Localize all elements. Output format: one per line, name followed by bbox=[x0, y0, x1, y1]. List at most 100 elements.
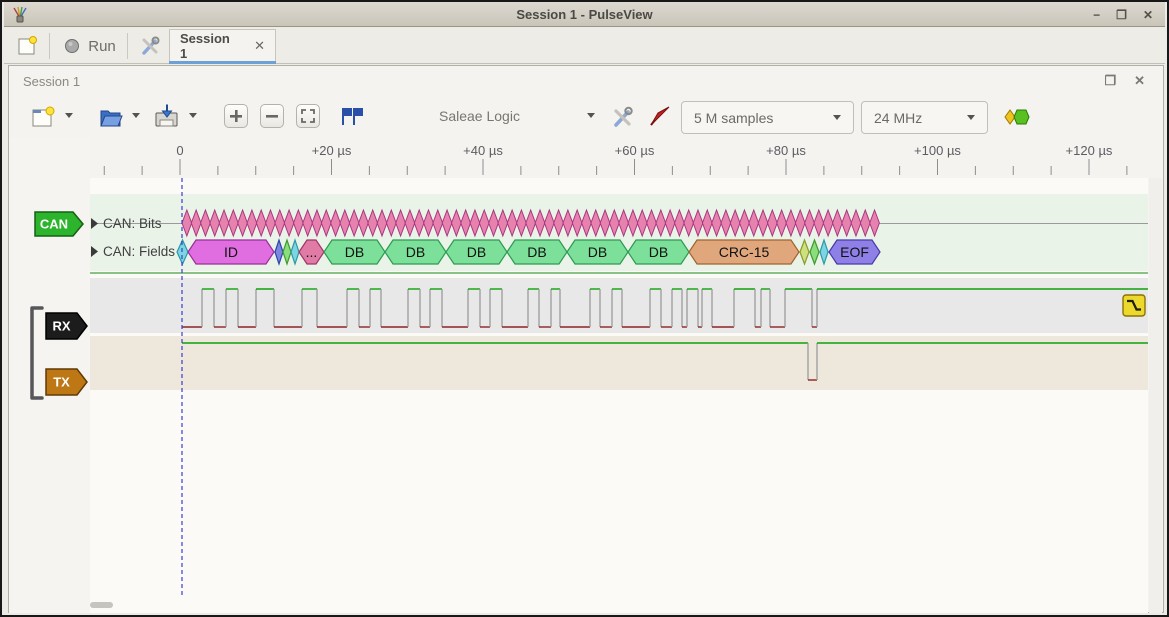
decoder-bit bbox=[795, 210, 805, 236]
decoder-bit bbox=[191, 210, 201, 236]
sample-count-select[interactable]: 5 M samples bbox=[681, 101, 854, 134]
decoder-bit bbox=[591, 210, 601, 236]
new-view-dropdown[interactable] bbox=[65, 113, 73, 118]
zoom-fit-button[interactable] bbox=[296, 104, 320, 128]
add-decoder-button[interactable] bbox=[1000, 105, 1032, 129]
cursor-flags-icon bbox=[339, 104, 367, 128]
svg-text:DB: DB bbox=[467, 244, 486, 260]
decoder-bit bbox=[256, 210, 266, 236]
decoder-bit bbox=[554, 210, 564, 236]
channel-tag-rx[interactable]: RX bbox=[46, 313, 87, 339]
decoder-bit bbox=[321, 210, 331, 236]
decoder-field-db[interactable]: DB bbox=[324, 240, 385, 264]
dock-controls: ❐ ✕ bbox=[1104, 73, 1145, 89]
minimize-button[interactable]: − bbox=[1093, 9, 1100, 21]
svg-text:RX: RX bbox=[52, 319, 70, 334]
tab-close-icon[interactable]: ✕ bbox=[254, 38, 265, 54]
open-folder-icon bbox=[97, 103, 124, 130]
chevron-down-icon bbox=[189, 113, 197, 118]
decoder-bit bbox=[609, 210, 619, 236]
decoder-field-crc15[interactable]: CRC-15 bbox=[689, 240, 799, 264]
decoder-icon bbox=[1000, 105, 1032, 129]
decoder-bit bbox=[368, 210, 378, 236]
decoder-field[interactable] bbox=[820, 240, 828, 264]
main-toolbar: Run Session 1 ✕ bbox=[4, 28, 1165, 64]
decoder-bit bbox=[805, 210, 815, 236]
channels-button[interactable] bbox=[646, 104, 672, 130]
expand-arrow-fields[interactable] bbox=[91, 246, 98, 257]
decoder-bit bbox=[201, 210, 211, 236]
dock-float-button[interactable]: ❐ bbox=[1104, 73, 1116, 89]
maximize-button[interactable]: ❐ bbox=[1116, 9, 1127, 21]
decoder-bit bbox=[414, 210, 424, 236]
trigger-marker-falling-edge[interactable] bbox=[1123, 295, 1145, 316]
timeline-ruler: 0+20 µs+40 µs+60 µs+80 µs+100 µs+120 µs bbox=[104, 143, 1127, 175]
open-dropdown[interactable] bbox=[132, 113, 140, 118]
sample-rate-select[interactable]: 24 MHz bbox=[861, 101, 988, 134]
title-bar[interactable]: Session 1 - PulseView − ❐ ✕ bbox=[4, 2, 1165, 27]
decoder-field[interactable] bbox=[291, 240, 299, 264]
decoder-bit bbox=[637, 210, 647, 236]
decoder-field-db[interactable]: DB bbox=[385, 240, 446, 264]
decoder-bit bbox=[424, 210, 434, 236]
save-dropdown[interactable] bbox=[189, 113, 197, 118]
decoder-bit bbox=[786, 210, 796, 236]
decoder-bit bbox=[219, 210, 229, 236]
decoder-bit bbox=[814, 210, 824, 236]
new-session-button[interactable] bbox=[12, 31, 42, 61]
decoder-field[interactable] bbox=[283, 240, 291, 264]
channel-group-bracket[interactable] bbox=[32, 308, 42, 398]
run-button[interactable]: Run bbox=[59, 31, 121, 61]
decoder-tag-can[interactable]: CAN bbox=[35, 212, 83, 236]
device-dropdown[interactable] bbox=[587, 113, 595, 118]
svg-text:+120 µs: +120 µs bbox=[1066, 143, 1113, 158]
expand-arrow-bits[interactable] bbox=[91, 218, 98, 229]
svg-text:CRC-15: CRC-15 bbox=[719, 244, 770, 260]
decoder-bit bbox=[767, 210, 777, 236]
tab-session-1[interactable]: Session 1 ✕ bbox=[169, 29, 276, 61]
svg-text:EOF: EOF bbox=[840, 244, 869, 260]
open-button[interactable] bbox=[97, 103, 124, 130]
decoder-bit bbox=[647, 210, 657, 236]
decoder-bit bbox=[526, 210, 536, 236]
decoder-field[interactable] bbox=[810, 240, 819, 264]
decoder-bit bbox=[693, 210, 703, 236]
decoder-bit bbox=[628, 210, 638, 236]
decoder-field[interactable] bbox=[275, 240, 283, 264]
decoder-bit bbox=[452, 210, 462, 236]
show-cursors-button[interactable] bbox=[339, 104, 367, 128]
device-selector[interactable]: Saleae Logic bbox=[439, 108, 520, 124]
svg-text:DB: DB bbox=[588, 244, 607, 260]
svg-text:+100 µs: +100 µs bbox=[914, 143, 961, 158]
save-icon bbox=[153, 103, 180, 130]
decoder-field-eof[interactable]: EOF bbox=[829, 240, 880, 264]
decoder-field[interactable] bbox=[800, 240, 809, 264]
dock-title-bar[interactable]: Session 1 ❐ ✕ bbox=[9, 66, 1163, 98]
decoder-field-id[interactable]: ID bbox=[188, 240, 274, 264]
channel-tag-tx[interactable]: TX bbox=[46, 369, 87, 395]
zoom-in-button[interactable] bbox=[224, 104, 248, 128]
can-bits-annotations[interactable] bbox=[182, 210, 879, 236]
chevron-down-icon bbox=[65, 113, 73, 118]
decoder-bit bbox=[665, 210, 675, 236]
decoder-field-db[interactable]: DB bbox=[567, 240, 628, 264]
decoder-field-db[interactable]: DB bbox=[628, 240, 689, 264]
settings-button[interactable] bbox=[135, 31, 165, 61]
configure-device-button[interactable] bbox=[609, 104, 637, 130]
fit-icon bbox=[301, 109, 315, 123]
dock-close-button[interactable]: ✕ bbox=[1134, 73, 1145, 89]
decoder-field-[interactable]: ... bbox=[299, 240, 324, 264]
zoom-out-button[interactable] bbox=[260, 104, 284, 128]
close-button[interactable]: ✕ bbox=[1143, 9, 1153, 21]
decoder-bit bbox=[619, 210, 629, 236]
decoder-bit bbox=[359, 210, 369, 236]
decoder-field-db[interactable]: DB bbox=[446, 240, 507, 264]
decoder-bit bbox=[740, 210, 750, 236]
decoder-bit bbox=[572, 210, 582, 236]
decoder-bit bbox=[442, 210, 452, 236]
decoder-field-db[interactable]: DB bbox=[507, 240, 567, 264]
new-view-button[interactable] bbox=[30, 105, 55, 130]
decoder-bit bbox=[247, 210, 257, 236]
save-button[interactable] bbox=[153, 103, 180, 130]
probe-icon bbox=[646, 104, 672, 130]
